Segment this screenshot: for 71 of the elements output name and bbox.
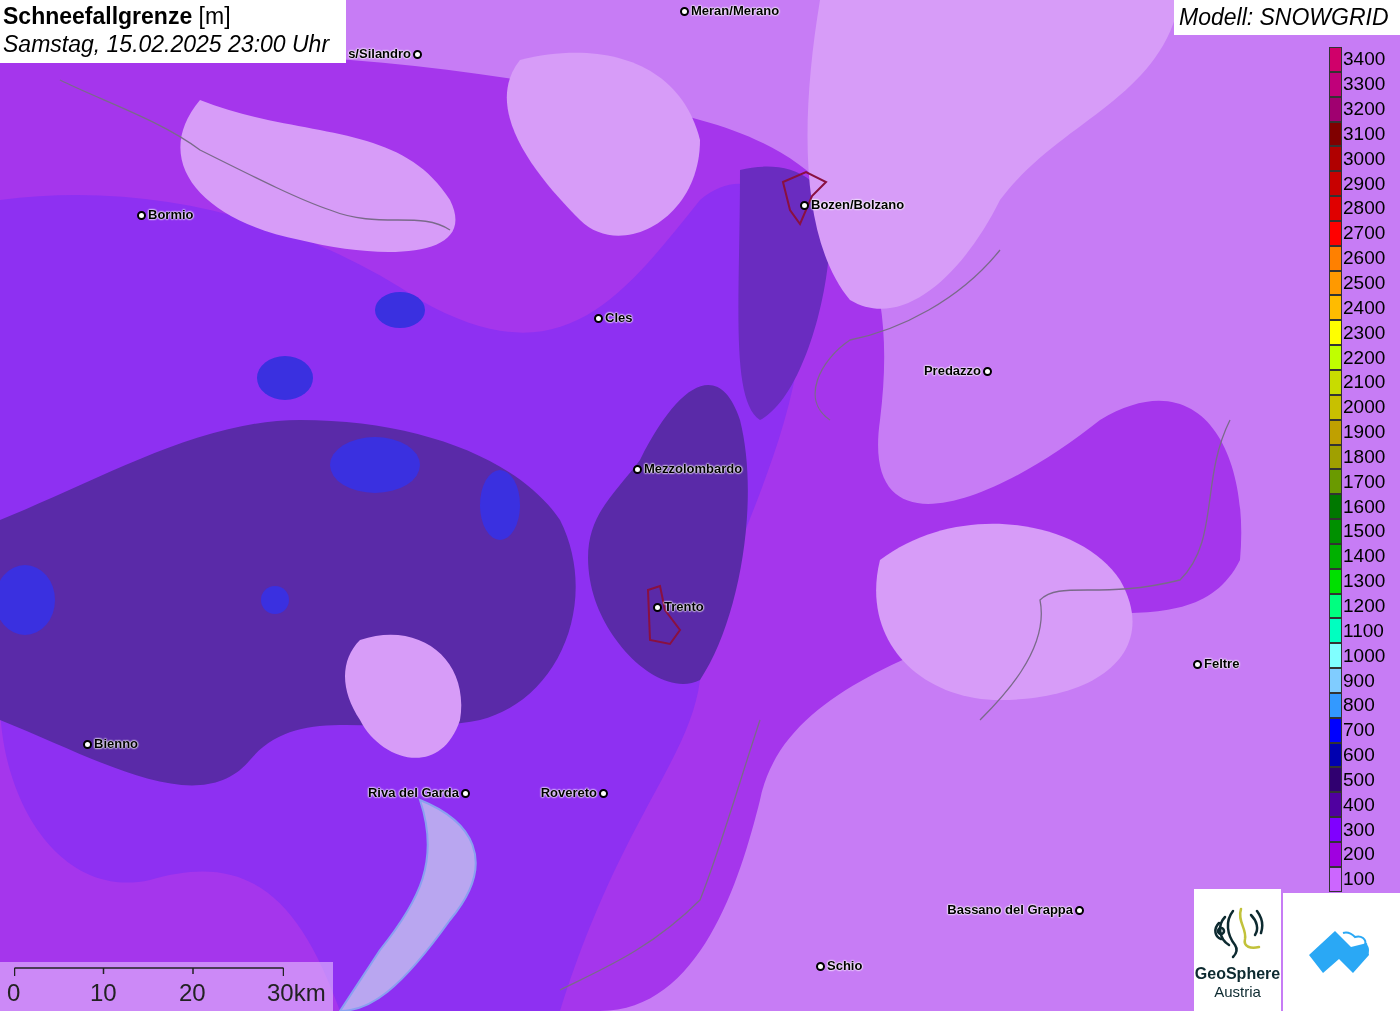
city-label: Bienno [94,736,139,752]
legend-label: 800 [1343,694,1375,717]
legend-label: 1200 [1343,595,1386,617]
city-marker-icon [1192,659,1202,669]
city-label: Cles [605,310,633,326]
legend-label: 2200 [1343,346,1386,369]
city-marker-icon [136,210,146,220]
legend-label: 2500 [1343,272,1386,294]
city-marker-icon [679,6,689,16]
legend-label: 900 [1343,669,1375,692]
legend-label: 300 [1343,818,1375,841]
city-marker-icon [593,313,603,323]
city-marker-icon [598,788,608,798]
forecast-time: Samstag, 15.02.2025 23:00 Uhr [3,30,330,58]
city-marker-icon [815,961,825,971]
city-marker-icon [412,49,422,59]
legend-label: 200 [1343,843,1375,866]
legend-label: 1800 [1343,445,1386,468]
map-title: Schneefallgrenze [m] [3,2,231,30]
logo-subtitle: Austria [1214,983,1261,1001]
city-marker-icon [982,366,992,376]
legend-label: 700 [1343,719,1375,742]
legend-label: 2600 [1343,247,1386,270]
city-marker-icon [799,200,809,210]
scale-label: 30km [267,979,326,1007]
legend-label: 400 [1343,793,1375,816]
legend-label: 500 [1343,768,1375,791]
scale-label: 20 [179,979,206,1007]
city-label: Schio [827,958,863,974]
city-label: Bormio [148,207,194,223]
legend-label: 3100 [1343,122,1386,145]
city-marker-icon [460,788,470,798]
city-label: Predazzo [923,363,981,379]
legend-label: 1400 [1343,545,1386,568]
city-label: s/Silandro [348,46,411,62]
city-label: Bozen/Bolzano [811,197,905,213]
legend-label: 2100 [1343,371,1386,394]
model-label: Modell: SNOWGRID [1174,0,1400,35]
city-label: Feltre [1204,656,1240,672]
city-label: Riva del Garda [367,785,459,801]
city-label: Trento [664,599,704,615]
legend-label: 1100 [1343,619,1384,642]
legend-label: 2900 [1343,172,1386,195]
scale-label: 0 [7,979,21,1007]
city-marker-icon [1074,905,1084,915]
legend-label: 600 [1343,744,1375,767]
legend-label: 3300 [1343,73,1386,96]
legend-label: 3400 [1343,48,1386,71]
legend-label: 100 [1343,868,1375,891]
legend-label: 3200 [1343,98,1386,121]
legend-label: 2800 [1343,197,1386,220]
legend-label: 1900 [1343,421,1386,444]
city-marker-icon [82,739,92,749]
city-label: Rovereto [540,785,597,801]
legend-label: 2000 [1343,396,1386,419]
legend-label: 2400 [1343,296,1386,319]
legend-label: 3000 [1343,147,1386,170]
city-label: Meran/Merano [691,3,780,19]
city-marker-icon [632,464,642,474]
legend-label: 2300 [1343,321,1386,344]
city-label: Mezzolombardo [644,461,743,477]
legend-label: 1600 [1343,495,1386,518]
legend-label: 2700 [1343,222,1386,245]
legend-label: 1000 [1343,644,1386,667]
legend-label: 1500 [1343,520,1386,543]
logo-name: GeoSphere [1194,965,1281,983]
city-marker-icon [652,602,662,612]
legend-label: 1300 [1343,570,1386,593]
city-label: Bassano del Grappa [947,902,1073,918]
scale-label: 10 [90,979,117,1007]
legend-label: 1700 [1343,470,1386,493]
